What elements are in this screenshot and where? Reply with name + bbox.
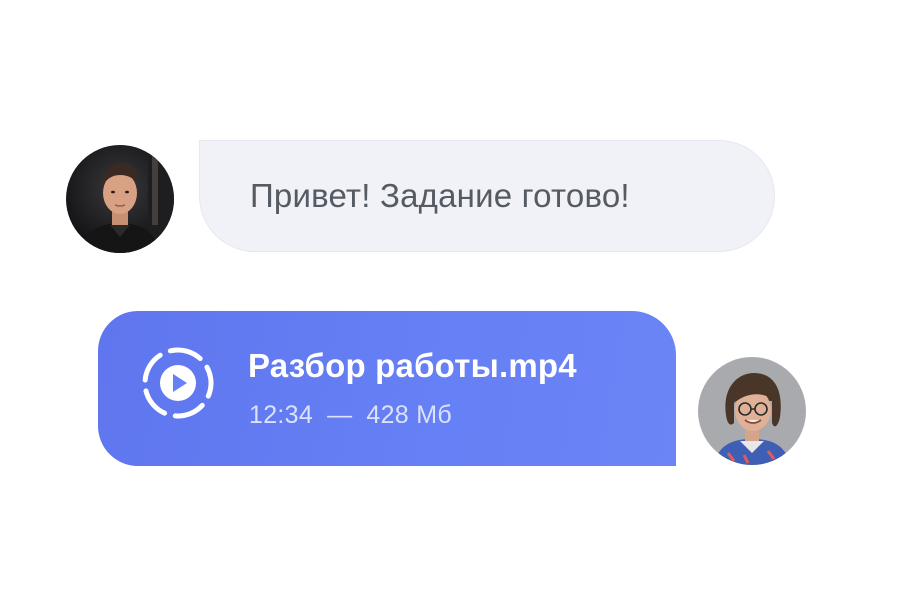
user-avatar[interactable] xyxy=(698,357,806,465)
attachment-meta: 12:34 — 428 Мб xyxy=(249,401,452,430)
play-video-icon[interactable] xyxy=(140,345,216,421)
attachment-meta-separator: — xyxy=(327,401,353,429)
young-man-portrait-icon xyxy=(66,145,174,253)
sender-avatar[interactable] xyxy=(66,145,174,253)
video-attachment-bubble[interactable]: Разбор работы.mp4 12:34 — 428 Мб xyxy=(98,311,676,466)
attachment-file-name: Разбор работы.mp4 xyxy=(248,347,577,384)
attachment-size: 428 Мб xyxy=(366,401,452,429)
incoming-message-text: Привет! Задание готово! xyxy=(250,177,630,214)
person-with-glasses-portrait-icon xyxy=(698,357,806,465)
attachment-duration: 12:34 xyxy=(249,401,314,429)
incoming-message-bubble[interactable]: Привет! Задание готово! xyxy=(199,140,775,252)
